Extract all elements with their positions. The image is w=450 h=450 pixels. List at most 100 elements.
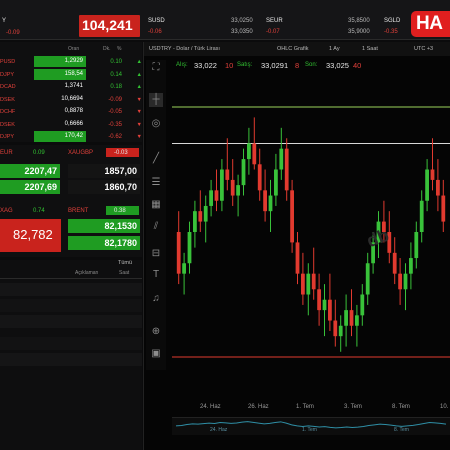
news-row[interactable] (0, 283, 142, 296)
candle-body (198, 211, 203, 222)
watchlist-row[interactable]: DSEK 10,6694 -0.09 ▼ (0, 94, 142, 106)
candle-body (317, 289, 321, 311)
chart-interval-select[interactable]: 1 Saat (362, 46, 378, 52)
watchlist-row[interactable]: DSEK 0,6666 -0.35 ▼ (0, 119, 142, 131)
candle-body (252, 143, 257, 165)
ticker-symbol[interactable]: SEUR (266, 18, 283, 24)
row-direction: ▼ (136, 121, 142, 128)
pair-brent-bid[interactable]: 82,1530 (68, 219, 140, 233)
candle-body (430, 169, 435, 180)
candle (203, 195, 208, 243)
candle-body (392, 252, 397, 274)
news-row[interactable] (0, 337, 142, 350)
chart-type-select[interactable]: OHLC Grafik (277, 46, 308, 52)
watchlist-row[interactable]: PUSD 1,2929 0.10 ▲ (0, 56, 142, 68)
measure-tool-icon[interactable]: ⊟ (149, 247, 163, 261)
watchlist-row[interactable]: DJPY 158,54 0.14 ▲ (0, 68, 142, 81)
candle-body (193, 211, 197, 232)
news-row[interactable] (0, 299, 142, 312)
candle (414, 221, 419, 269)
candle (311, 247, 316, 300)
candle (344, 294, 348, 347)
candle (365, 252, 370, 305)
ticker-symbol[interactable]: SGLD (384, 18, 400, 24)
candle-body (306, 273, 311, 295)
candle-body (425, 169, 429, 201)
row-change: -0.05 (108, 109, 122, 115)
news-all-link[interactable]: Tümü (118, 260, 132, 266)
row-symbol: DJPY (0, 134, 15, 140)
top-left-label: Y (2, 18, 7, 24)
candle-body (419, 200, 424, 232)
row-symbol: DCHF (0, 109, 16, 115)
pair-brent-ask[interactable]: 82,1780 (68, 236, 140, 250)
candle (360, 284, 365, 326)
row-direction: ▲ (136, 59, 142, 65)
news-row[interactable] (0, 353, 142, 366)
crosshair-icon[interactable]: ┼ (149, 93, 163, 107)
candle-body (365, 263, 370, 295)
chart-symbol-select[interactable]: USDTRY - Dolar / Türk Lirası (149, 46, 220, 52)
candle (317, 273, 321, 326)
candle-body (230, 179, 235, 196)
text-tool-icon[interactable]: T (149, 268, 163, 282)
pair-eur-bid[interactable]: 2207,47 (0, 164, 60, 178)
watchlist-row[interactable]: DCHF 0,8878 -0.05 ▼ (0, 106, 142, 118)
chart-tz-select[interactable]: UTC +3 (414, 46, 433, 52)
candle (279, 127, 284, 180)
row-price: 1,3741 (64, 83, 83, 89)
ticker-change: -0.07 (266, 29, 280, 35)
watchlist-row[interactable]: DCAD 1,3741 0.18 ▲ (0, 81, 142, 93)
pair-eur-ask[interactable]: 2207,69 (0, 180, 60, 194)
row-price: 158,54 (34, 68, 86, 80)
candle-body (182, 263, 186, 274)
candle-body (414, 232, 419, 259)
candle (284, 138, 289, 201)
eye-icon[interactable]: ◎ (149, 117, 163, 131)
channel-tool-icon[interactable]: ⫽ (149, 220, 163, 234)
grid-tool-icon[interactable]: ▦ (149, 198, 163, 212)
candle-body (322, 299, 327, 311)
photo-tool-icon[interactable]: ▣ (149, 347, 163, 361)
hline-tool-icon[interactable]: ☰ (149, 176, 163, 190)
candle-body (441, 195, 446, 222)
candle-body (225, 169, 230, 180)
pair-xag-label[interactable]: XAG (0, 208, 13, 214)
watchlist-row[interactable]: DJPY 170,42 -0.62 ▼ (0, 131, 142, 143)
candle (252, 117, 257, 170)
candle (209, 179, 213, 217)
x-axis-label: 8. Tem (392, 404, 410, 410)
ticker-symbol[interactable]: SUSD (148, 18, 165, 24)
pair-xaugbp-label[interactable]: XAUGBP (68, 150, 93, 156)
candle (441, 179, 446, 232)
sell-suffix: 8 (295, 61, 300, 70)
price-chart[interactable]: 24. Haz 26. Haz 1. Tem 3. Tem 8. Tem 10. Tem (172, 72, 450, 417)
candle (398, 258, 402, 305)
sell-value: 33,0291 (261, 61, 289, 70)
pair-brent-label[interactable]: BRENT (68, 208, 88, 214)
candle (301, 252, 305, 305)
fullscreen-icon[interactable]: ⛶ (149, 61, 163, 75)
line-tool-icon[interactable]: ╱ (149, 152, 163, 166)
pair-xaugbp-ask[interactable]: 1860,70 (68, 180, 140, 194)
news-row[interactable] (0, 315, 142, 328)
candle-body (360, 294, 365, 316)
buy-label: Alış: (176, 62, 188, 68)
candle (425, 159, 429, 212)
candle-body (279, 148, 284, 170)
buy-suffix: 10 (225, 61, 234, 70)
pair-eur-label[interactable]: EUR (0, 150, 13, 156)
fib-tool-icon[interactable]: ♫ (149, 292, 163, 306)
pair-xag-price: 82,782 (13, 227, 53, 242)
row-price: 10,6694 (61, 95, 83, 102)
candle-body (274, 169, 278, 196)
header-price: Oran (68, 46, 80, 52)
candle (274, 153, 278, 206)
pair-xaugbp-bid[interactable]: 1857,00 (68, 164, 140, 178)
x-axis-label: 1. Tem (296, 404, 314, 410)
candle-body (355, 315, 359, 326)
candle-body (214, 190, 219, 201)
chart-period-select[interactable]: 1 Ay (329, 46, 340, 52)
candle-body (295, 242, 300, 274)
zoom-tool-icon[interactable]: ⊕ (149, 325, 163, 339)
